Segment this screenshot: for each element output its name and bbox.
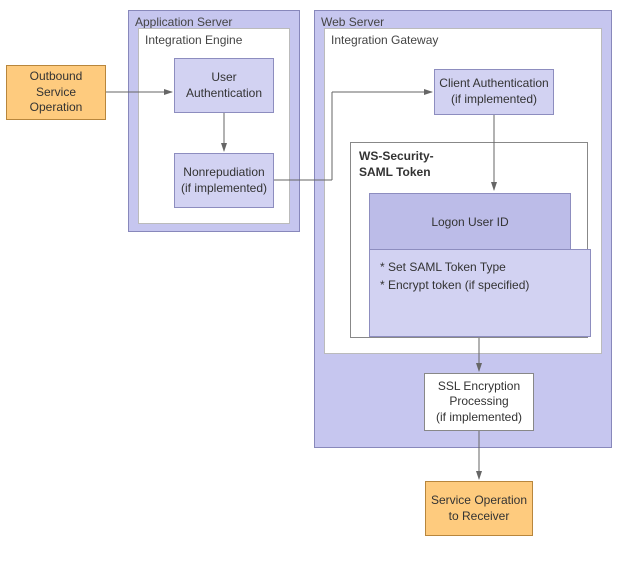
client-authentication-node: Client Authentication (if implemented) <box>434 69 554 115</box>
outbound-service-operation-node: Outbound Service Operation <box>6 65 106 120</box>
ssl-encryption-node: SSL Encryption Processing (if implemente… <box>424 373 534 431</box>
nonrepudiation-node: Nonrepudiation (if implemented) <box>174 153 274 208</box>
ssl-encryption-text-line2: (if implemented) <box>436 410 522 424</box>
web-server-label: Web Server <box>321 15 384 29</box>
user-authentication-node: User Authentication <box>174 58 274 113</box>
integration-engine-label: Integration Engine <box>145 33 242 47</box>
logon-user-id-text: Logon User ID <box>431 215 508 229</box>
ws-security-title-line1: WS-Security- <box>359 149 434 163</box>
nonrepudiation-text-line1: Nonrepudiation <box>183 165 264 179</box>
service-operation-receiver-text: Service Operation to Receiver <box>430 493 528 524</box>
outbound-service-operation-text: Outbound Service Operation <box>11 69 101 116</box>
ws-security-notes-node: * Set SAML Token Type * Encrypt token (i… <box>369 249 591 337</box>
application-server-label: Application Server <box>135 15 232 29</box>
service-operation-receiver-node: Service Operation to Receiver <box>425 481 533 536</box>
integration-gateway-label: Integration Gateway <box>331 33 438 47</box>
ws-security-title-line2: SAML Token <box>359 165 431 179</box>
logon-user-id-node: Logon User ID <box>369 193 571 250</box>
user-authentication-text: User Authentication <box>179 70 269 101</box>
ws-security-panel: WS-Security- SAML Token Logon User ID * … <box>350 142 588 338</box>
nonrepudiation-text-line2: (if implemented) <box>181 181 267 195</box>
ws-security-note1: * Set SAML Token Type <box>380 260 506 274</box>
client-authentication-text-line2: (if implemented) <box>451 92 537 106</box>
client-authentication-text-line1: Client Authentication <box>439 76 548 90</box>
ws-security-note2: * Encrypt token (if specified) <box>380 278 529 292</box>
ssl-encryption-text-line1: SSL Encryption Processing <box>438 379 520 409</box>
